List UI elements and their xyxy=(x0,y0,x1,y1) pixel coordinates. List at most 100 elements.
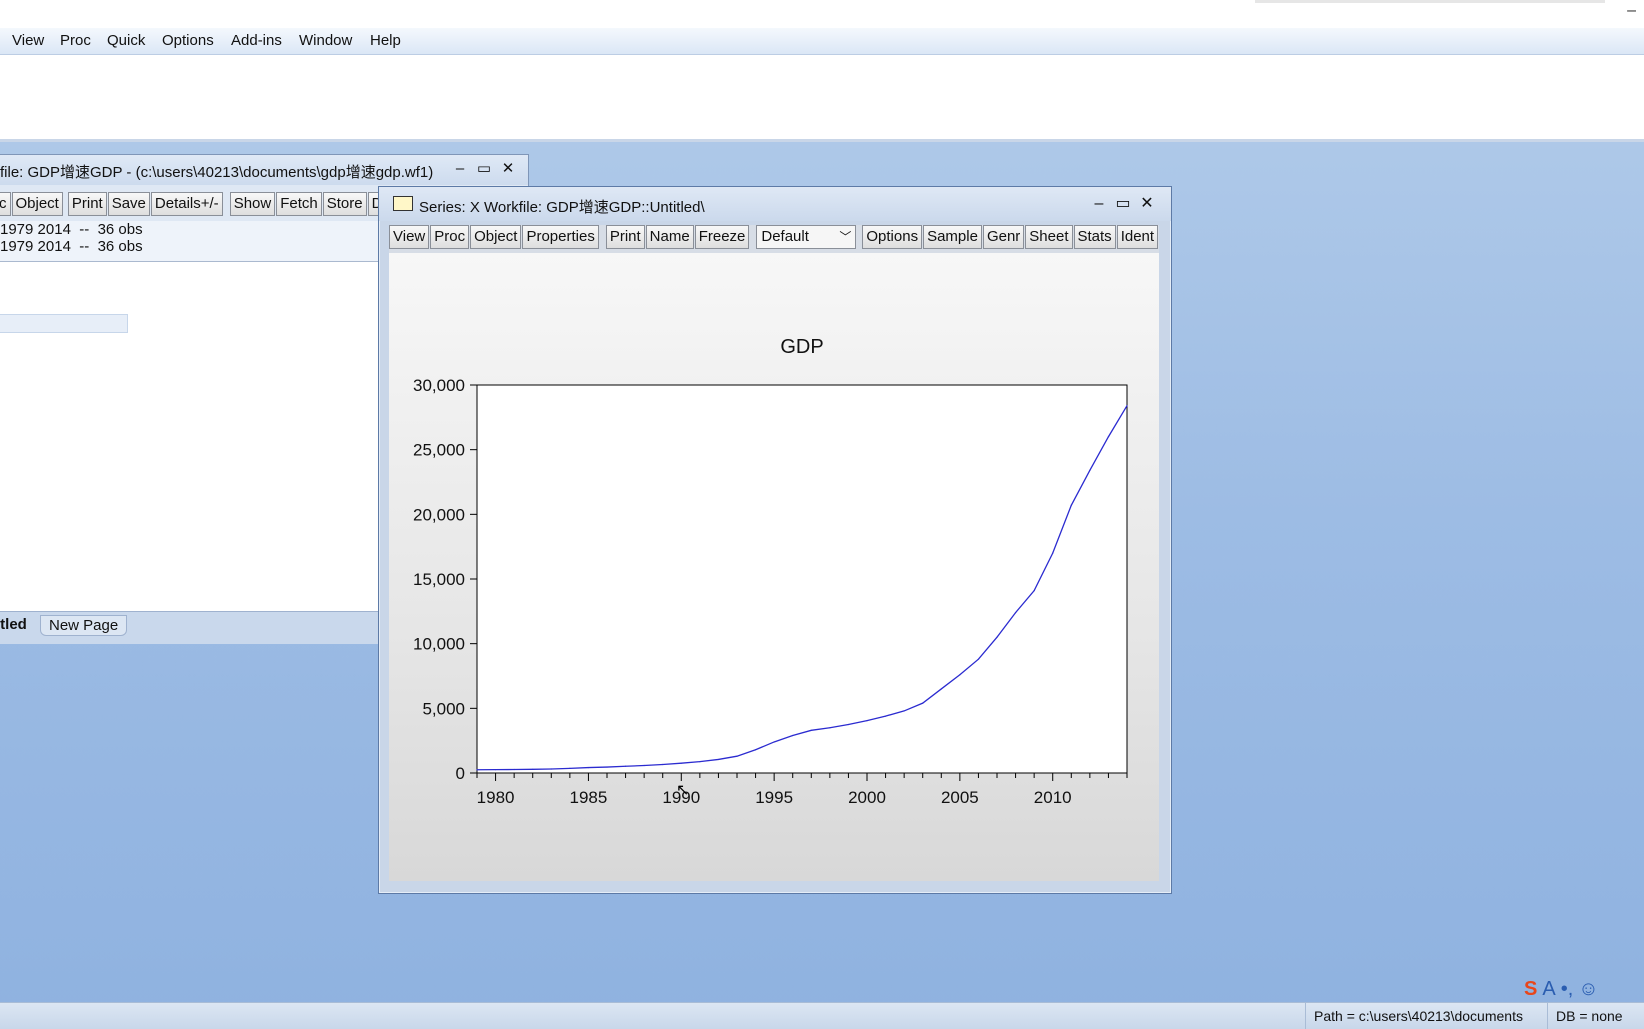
workfile-titlebar[interactable]: file: GDP增速GDP - (c:\users\40213\documen… xyxy=(0,155,528,185)
minimize-icon[interactable]: – xyxy=(448,160,472,177)
app-minimize-icon[interactable]: – xyxy=(1627,2,1636,20)
print-button[interactable]: Print xyxy=(605,225,645,249)
minimize-icon[interactable]: – xyxy=(1087,195,1111,213)
object-button[interactable]: Object xyxy=(11,192,63,216)
series-title: Series: X Workfile: GDP增速GDP::Untitled\ xyxy=(419,199,705,216)
series-titlebar[interactable]: Series: X Workfile: GDP增速GDP::Untitled\ … xyxy=(379,187,1171,221)
menu-options[interactable]: Options xyxy=(162,32,214,49)
close-icon[interactable]: ✕ xyxy=(496,159,520,177)
data-point xyxy=(513,768,515,771)
options-button[interactable]: Options xyxy=(862,225,923,249)
status-bar: Path = c:\users\40213\documents DB = non… xyxy=(0,1002,1644,1029)
data-point xyxy=(754,749,757,751)
mouse-cursor-icon: ↖ xyxy=(676,782,690,799)
command-window[interactable] xyxy=(0,55,1644,142)
data-point xyxy=(810,729,812,731)
menu-window[interactable]: Window xyxy=(299,32,352,49)
x-tick-label: 2005 xyxy=(941,788,979,807)
top-strip: – xyxy=(0,0,1644,29)
show-button[interactable]: Show xyxy=(229,192,276,216)
data-point xyxy=(959,674,961,676)
data-point xyxy=(1052,552,1054,554)
plot-frame xyxy=(476,384,1128,774)
series-toolbar: View Proc Object Properties Print Name Freeze D… xyxy=(389,225,1159,253)
top-shade xyxy=(1255,0,1605,3)
chevron-down-icon: ﹀ xyxy=(839,230,852,244)
ident-button[interactable]: Ident xyxy=(1116,225,1159,249)
x-tick-label: 1995 xyxy=(755,788,793,807)
y-tick-label: 0 xyxy=(456,764,465,783)
close-icon[interactable]: ✕ xyxy=(1135,193,1159,213)
data-point xyxy=(884,715,887,717)
workfile-title: file: GDP增速GDP - (c:\users\40213\documen… xyxy=(0,164,434,181)
sheet-button[interactable]: Sheet xyxy=(1025,225,1073,249)
data-point xyxy=(996,636,998,638)
proc-button[interactable]: c xyxy=(0,192,11,216)
data-point xyxy=(699,761,701,763)
menu-addins[interactable]: Add-ins xyxy=(231,32,282,49)
y-tick-label: 10,000 xyxy=(413,635,465,654)
freeze-button[interactable]: Freeze xyxy=(694,225,750,249)
x-tick-label: 2010 xyxy=(1034,788,1072,807)
print-button[interactable]: Print xyxy=(67,192,107,216)
dropdown-value: Default xyxy=(761,228,809,245)
tab-untitled[interactable]: itled xyxy=(0,616,27,633)
properties-button[interactable]: Properties xyxy=(522,225,599,249)
data-point xyxy=(1089,469,1091,471)
menu-view[interactable]: View xyxy=(12,32,44,49)
data-point xyxy=(606,766,608,768)
data-point xyxy=(1014,612,1017,614)
selected-object-row[interactable] xyxy=(0,314,128,333)
data-point xyxy=(532,768,534,770)
object-button[interactable]: Object xyxy=(470,225,522,249)
data-point xyxy=(569,767,571,769)
maximize-icon[interactable]: ▭ xyxy=(1111,193,1135,213)
data-point xyxy=(662,763,664,766)
save-button[interactable]: Save xyxy=(107,192,150,216)
graph-area[interactable]: GDP 0 5,000 10,000 15,000 20,000 25,000 30,000 1… xyxy=(389,253,1159,881)
data-point xyxy=(476,769,478,771)
proc-button[interactable]: Proc xyxy=(430,225,470,249)
data-point xyxy=(847,723,850,726)
data-point xyxy=(940,688,942,690)
menu-help[interactable]: Help xyxy=(370,32,401,49)
data-point xyxy=(792,734,794,737)
y-tick-label: 15,000 xyxy=(413,570,465,589)
data-point xyxy=(977,658,980,660)
data-point xyxy=(866,720,868,722)
stats-button[interactable]: Stats xyxy=(1073,225,1116,249)
data-point xyxy=(494,769,497,771)
data-point xyxy=(903,710,905,712)
name-button[interactable]: Name xyxy=(645,225,694,249)
series-window: Series: X Workfile: GDP增速GDP::Untitled\ … xyxy=(378,186,1172,894)
y-tick-label: 25,000 xyxy=(413,441,465,460)
emoji-icon[interactable]: ☺ xyxy=(1578,978,1598,1001)
y-tick-label: 30,000 xyxy=(413,376,465,395)
data-point xyxy=(550,768,552,770)
workfile-toolbar: c Object Print Save Details+/- Show Fetch Store… xyxy=(0,192,396,218)
status-path: Path = c:\users\40213\documents xyxy=(1305,1003,1531,1029)
genr-button[interactable]: Genr xyxy=(982,225,1025,249)
data-point xyxy=(1070,504,1072,506)
tab-new-page[interactable]: New Page xyxy=(40,615,128,636)
x-tick-label: 2000 xyxy=(848,788,886,807)
data-point xyxy=(643,764,645,767)
maximize-icon[interactable]: ▭ xyxy=(472,159,496,177)
menu-proc[interactable]: Proc xyxy=(60,32,91,49)
data-point xyxy=(1126,405,1128,407)
details-button[interactable]: Details+/- xyxy=(150,192,223,216)
data-point xyxy=(829,727,831,729)
data-point xyxy=(922,702,924,704)
gdp-line-chart: GDP 0 5,000 10,000 15,000 20,000 25,000 30,000 1… xyxy=(413,336,1128,807)
store-button[interactable]: Store xyxy=(322,192,367,216)
view-button[interactable]: View xyxy=(389,225,430,249)
menu-quick[interactable]: Quick xyxy=(107,32,145,49)
fetch-button[interactable]: Fetch xyxy=(276,192,322,216)
ime-toolbar[interactable]: S A •, ☺ xyxy=(1524,978,1604,1008)
ime-mode-icon[interactable]: A xyxy=(1542,978,1555,1001)
sample-button[interactable]: Sample xyxy=(923,225,982,249)
punctuation-icon[interactable]: •, xyxy=(1561,978,1574,1001)
sogou-logo-icon[interactable]: S xyxy=(1524,978,1537,1001)
data-point xyxy=(1107,436,1110,438)
graph-template-dropdown[interactable]: Default ﹀ xyxy=(756,225,857,249)
